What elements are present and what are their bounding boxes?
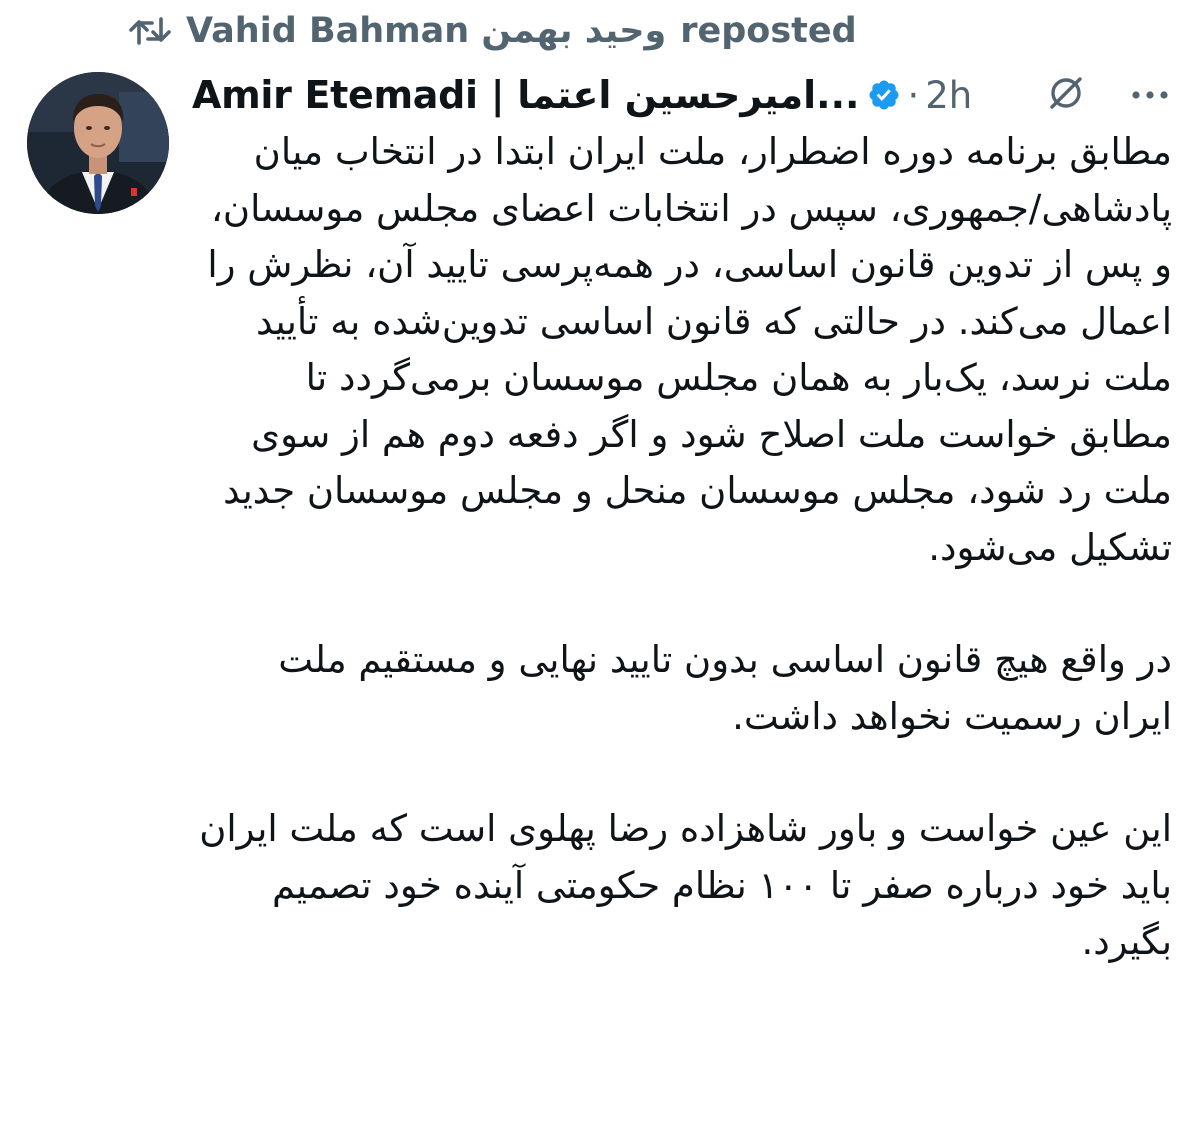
tweet-paragraph-3: این عین خواست و باور شاهزاده رضا پهلوی ا… <box>199 807 1172 963</box>
tweet-time[interactable]: 2h <box>925 74 972 117</box>
repost-user[interactable]: Vahid Bahman وحید بهمن <box>186 11 666 51</box>
tweet-text: مطابق برنامه دوره اضطرار، ملت ایران ابتد… <box>196 124 1172 971</box>
tweet-meta: · 2h <box>907 74 972 117</box>
repost-label: reposted <box>680 11 857 51</box>
separator: · <box>907 73 920 117</box>
verified-badge-icon <box>867 78 901 112</box>
header-actions <box>1046 73 1176 117</box>
tweet-paragraph-1: مطابق برنامه دوره اضطرار، ملت ایران ابتد… <box>207 130 1172 569</box>
tweet-header: Amir Etemadi | اميرحسين اعتما... · 2h <box>192 66 1176 124</box>
repost-icon <box>128 13 172 49</box>
grok-icon[interactable] <box>1046 73 1086 117</box>
tweet-paragraph-2: در واقع هیچ قانون اساسی بدون تایید نهایی… <box>278 638 1172 738</box>
repost-bar[interactable]: Vahid Bahman وحید بهمن reposted <box>128 6 857 56</box>
more-icon[interactable] <box>1130 86 1170 105</box>
avatar[interactable] <box>27 72 169 214</box>
author-name[interactable]: Amir Etemadi | اميرحسين اعتما... <box>192 73 860 117</box>
